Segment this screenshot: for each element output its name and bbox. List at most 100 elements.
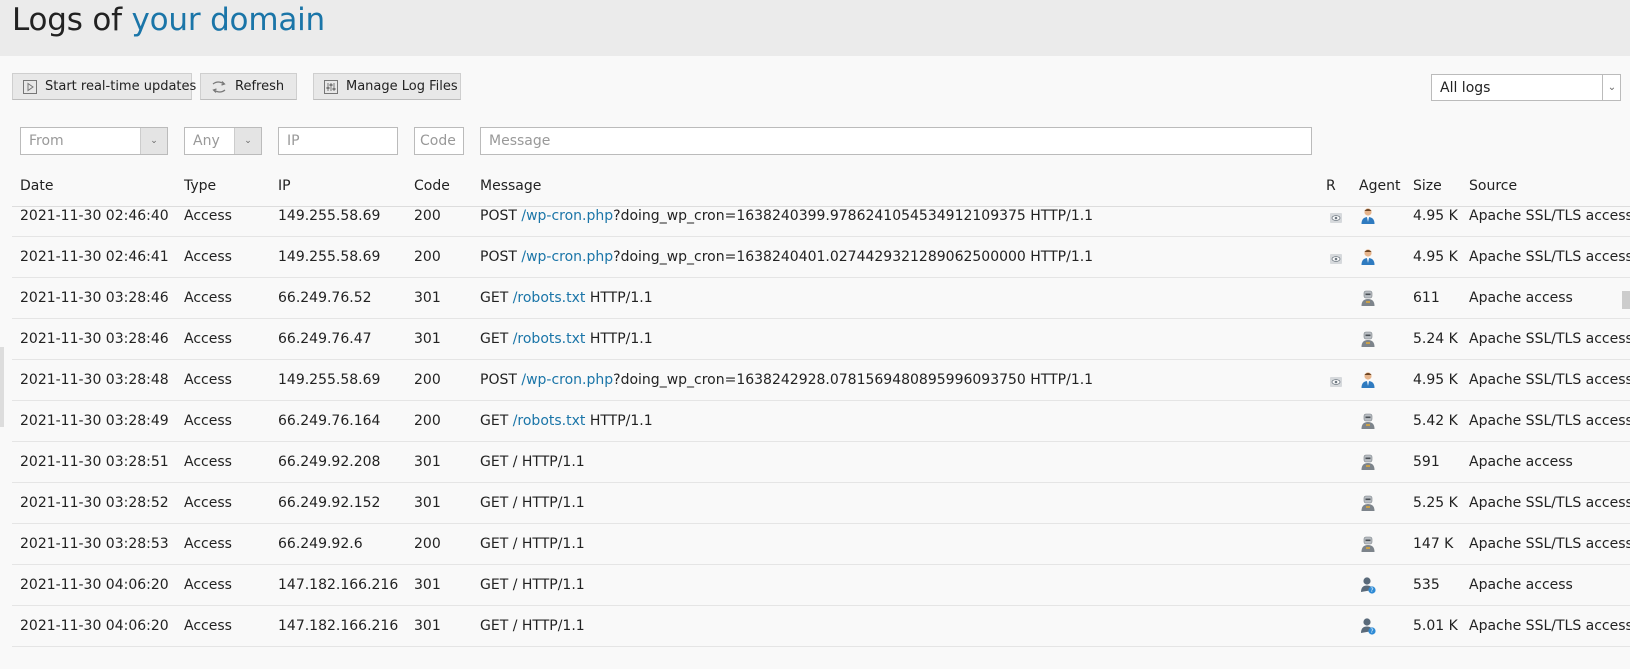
robot-agent-icon xyxy=(1361,495,1375,511)
row-source: Apache SSL/TLS access xyxy=(1469,618,1630,634)
table-row[interactable]: 2021-11-30 03:28:46 Access 66.249.76.47 301… xyxy=(12,319,1630,360)
play-icon xyxy=(23,79,37,94)
refresh-button[interactable]: Refresh xyxy=(200,73,297,100)
column-header-size[interactable]: Size xyxy=(1413,178,1442,194)
row-type: Access xyxy=(184,454,232,470)
row-method: GET xyxy=(480,495,509,511)
table-row[interactable]: 2021-11-30 03:28:46 Access 66.249.76.52 301… xyxy=(12,278,1630,319)
column-header-source[interactable]: Source xyxy=(1469,178,1517,194)
table-row[interactable]: 2021-11-30 03:28:51 Access 66.249.92.208 30… xyxy=(12,442,1630,483)
row-path-link[interactable]: /wp-cron.php xyxy=(521,372,613,388)
table-row[interactable]: 2021-11-30 03:28:52 Access 66.249.92.152 30… xyxy=(12,483,1630,524)
svg-text:?: ? xyxy=(1370,587,1373,594)
row-source: Apache access xyxy=(1469,454,1573,470)
chevron-down-icon[interactable]: ⌄ xyxy=(140,128,167,154)
chevron-down-icon: ⌄ xyxy=(1602,74,1621,101)
row-ip: 149.255.58.69 xyxy=(278,249,381,265)
table-row[interactable]: 2021-11-30 03:28:49 Access 66.249.76.164 20… xyxy=(12,401,1630,442)
row-type: Access xyxy=(184,495,232,511)
row-size: 5.25 K xyxy=(1413,495,1458,511)
row-message: GET / HTTP/1.1 xyxy=(480,577,585,593)
row-code: 301 xyxy=(414,331,441,347)
row-code: 301 xyxy=(414,495,441,511)
column-header-message[interactable]: Message xyxy=(480,178,541,194)
row-path-link[interactable]: /robots.txt xyxy=(513,413,586,429)
row-path-link[interactable]: /wp-cron.php xyxy=(521,208,613,224)
row-ip: 66.249.92.6 xyxy=(278,536,363,552)
row-method: GET xyxy=(480,536,509,552)
user-agent-icon xyxy=(1361,249,1375,265)
row-message: GET / HTTP/1.1 xyxy=(480,536,585,552)
row-type: Access xyxy=(184,577,232,593)
row-method: POST xyxy=(480,372,517,388)
row-message: POST /wp-cron.php?doing_wp_cron=16382403… xyxy=(480,208,1093,224)
row-size: 4.95 K xyxy=(1413,372,1458,388)
row-code: 301 xyxy=(414,577,441,593)
eye-icon[interactable] xyxy=(1330,254,1342,264)
ip-filter-input[interactable]: IP xyxy=(278,127,398,155)
row-type: Access xyxy=(184,331,232,347)
row-message: GET /robots.txt HTTP/1.1 xyxy=(480,290,653,306)
code-filter-input[interactable]: Code xyxy=(414,127,464,155)
eye-icon[interactable] xyxy=(1330,377,1342,387)
manage-log-files-button[interactable]: Manage Log Files xyxy=(313,73,461,100)
title-domain-link[interactable]: your domain xyxy=(132,2,326,38)
from-filter[interactable]: From ⌄ xyxy=(20,127,168,155)
row-message-rest: / HTTP/1.1 xyxy=(512,618,585,634)
log-type-value: All logs xyxy=(1440,79,1491,96)
unknown-agent-icon: ? xyxy=(1361,577,1376,594)
title-prefix: Logs of xyxy=(12,2,122,38)
row-type: Access xyxy=(184,618,232,634)
row-code: 200 xyxy=(414,413,441,429)
robot-agent-icon xyxy=(1361,331,1375,347)
row-date: 2021-11-30 04:06:20 xyxy=(20,618,169,634)
row-ip: 66.249.92.152 xyxy=(278,495,381,511)
from-filter-placeholder: From xyxy=(29,133,64,149)
type-filter-placeholder: Any xyxy=(193,133,220,149)
table-row[interactable]: 2021-11-30 04:06:20 Access 147.182.166.216… xyxy=(12,606,1630,647)
sidebar-collapse-handle[interactable] xyxy=(0,347,4,427)
row-message-rest: HTTP/1.1 xyxy=(585,290,653,306)
row-path-link[interactable]: /robots.txt xyxy=(513,331,586,347)
column-header-type[interactable]: Type xyxy=(184,178,216,194)
row-source: Apache access xyxy=(1469,577,1573,593)
eye-icon[interactable] xyxy=(1330,213,1342,223)
row-method: GET xyxy=(480,618,509,634)
row-source: Apache access xyxy=(1469,290,1573,306)
row-ip: 66.249.76.164 xyxy=(278,413,381,429)
message-filter-input[interactable]: Message xyxy=(480,127,1312,155)
start-realtime-button[interactable]: Start real-time updates xyxy=(12,73,196,100)
table-row[interactable]: 2021-11-30 03:28:48 Access 149.255.58.69 20… xyxy=(12,360,1630,401)
row-date: 2021-11-30 03:28:51 xyxy=(20,454,169,470)
log-type-select[interactable]: All logs ⌄ xyxy=(1431,74,1621,101)
type-filter[interactable]: Any ⌄ xyxy=(184,127,262,155)
row-path-link[interactable]: /robots.txt xyxy=(513,290,586,306)
column-header-ip[interactable]: IP xyxy=(278,178,291,194)
row-size: 4.95 K xyxy=(1413,208,1458,224)
column-header-date[interactable]: Date xyxy=(20,178,53,194)
row-size: 147 K xyxy=(1413,536,1454,552)
column-header-agent[interactable]: Agent xyxy=(1359,178,1400,194)
table-row[interactable]: 2021-11-30 04:06:20 Access 147.182.166.216… xyxy=(12,565,1630,606)
table-row[interactable]: 2021-11-30 02:46:40 Access 149.255.58.69 20… xyxy=(12,196,1630,237)
ip-filter-placeholder: IP xyxy=(287,133,300,149)
refresh-icon xyxy=(212,80,226,93)
row-method: GET xyxy=(480,577,509,593)
row-path-link[interactable]: /wp-cron.php xyxy=(521,249,613,265)
table-row[interactable]: 2021-11-30 03:28:53 Access 66.249.92.6 200 G… xyxy=(12,524,1630,565)
robot-agent-icon xyxy=(1361,413,1375,429)
chevron-down-icon[interactable]: ⌄ xyxy=(234,128,261,154)
row-method: GET xyxy=(480,454,509,470)
column-header-code[interactable]: Code xyxy=(414,178,450,194)
row-message-rest: / HTTP/1.1 xyxy=(512,454,585,470)
column-header-r[interactable]: R xyxy=(1326,178,1336,194)
row-message: POST /wp-cron.php?doing_wp_cron=16382404… xyxy=(480,249,1093,265)
row-date: 2021-11-30 03:28:49 xyxy=(20,413,169,429)
scrollbar-thumb[interactable] xyxy=(1622,291,1630,309)
row-code: 200 xyxy=(414,208,441,224)
row-method: GET xyxy=(480,331,509,347)
row-size: 5.01 K xyxy=(1413,618,1458,634)
row-ip: 149.255.58.69 xyxy=(278,372,381,388)
svg-text:?: ? xyxy=(1370,628,1373,635)
table-row[interactable]: 2021-11-30 02:46:41 Access 149.255.58.69 20… xyxy=(12,237,1630,278)
